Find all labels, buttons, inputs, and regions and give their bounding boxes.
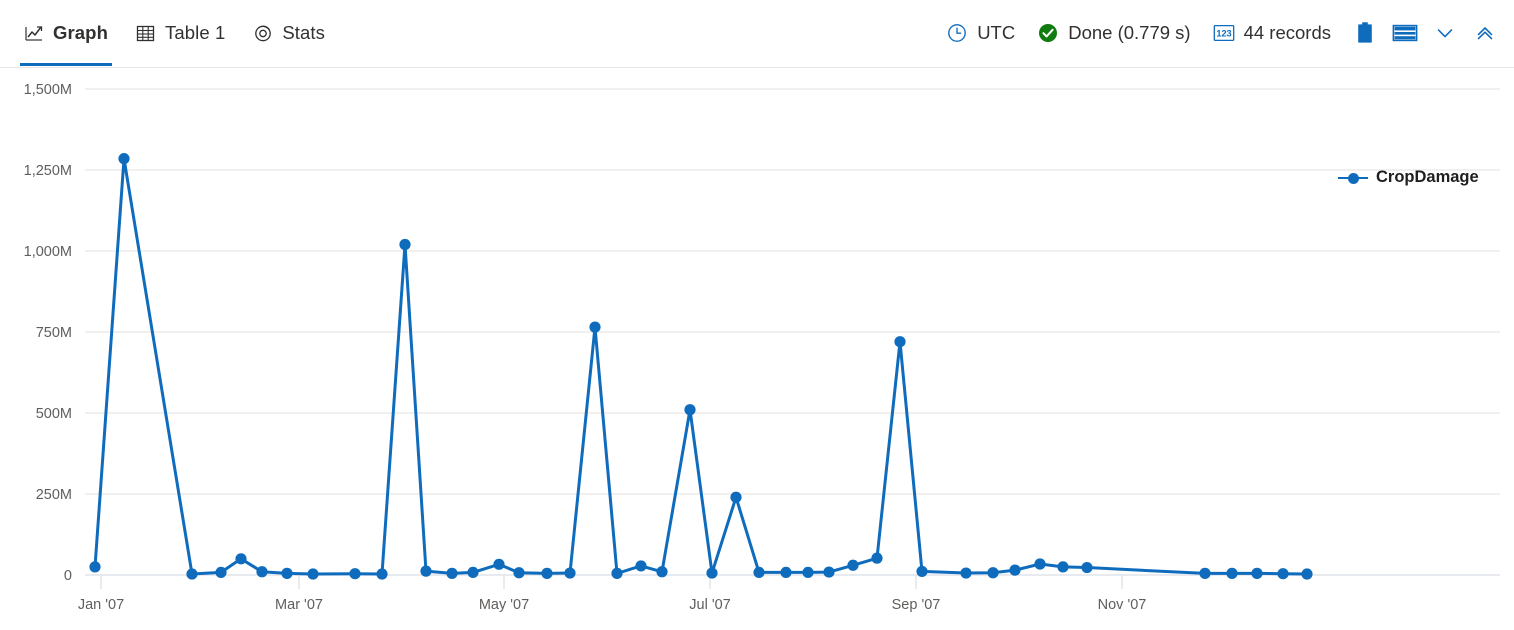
crop-damage-line-chart[interactable]: 0 250M 500M 750M 1,000M 1,250M 1,500M Jan '07 M… <box>0 68 1514 630</box>
tab-stats[interactable]: Stats <box>239 0 339 66</box>
chart-legend[interactable]: CropDamage <box>1338 168 1479 187</box>
timezone-indicator[interactable]: UTC <box>935 13 1026 53</box>
chevron-down-icon[interactable] <box>1428 13 1462 53</box>
query-state-label: Done (0.779 s) <box>1068 22 1191 43</box>
result-status-area: UTC Done (0.779 s) 123 44 records <box>935 0 1514 66</box>
line-chart-icon <box>24 23 44 43</box>
record-count-indicator: 123 44 records <box>1202 13 1342 53</box>
series-points[interactable] <box>89 153 1313 580</box>
svg-text:0: 0 <box>64 568 72 584</box>
svg-text:1,500M: 1,500M <box>24 82 72 98</box>
result-toolbar: Graph Table 1 Stats UTC Done (0.779 s) 1… <box>0 0 1514 68</box>
tab-stats-label: Stats <box>282 22 326 43</box>
record-count-label: 44 records <box>1243 22 1331 43</box>
svg-text:Mar '07: Mar '07 <box>275 597 323 613</box>
y-gridlines <box>85 88 1500 576</box>
svg-text:750M: 750M <box>36 325 72 341</box>
tab-table-1[interactable]: Table 1 <box>122 0 239 66</box>
table-grid-icon <box>136 23 156 43</box>
series-line <box>93 157 1309 576</box>
result-tab-strip: Graph Table 1 Stats <box>0 0 339 66</box>
svg-text:1,000M: 1,000M <box>24 244 72 260</box>
tab-table-1-label: Table 1 <box>164 22 226 43</box>
svg-text:1,250M: 1,250M <box>24 163 72 179</box>
svg-text:Jul '07: Jul '07 <box>689 597 730 613</box>
timezone-label: UTC <box>977 22 1016 43</box>
donut-chart-icon <box>253 23 273 43</box>
svg-text:Jan '07: Jan '07 <box>78 597 124 613</box>
numbers-123-icon: 123 <box>1213 22 1235 44</box>
table-layout-icon[interactable] <box>1388 13 1422 53</box>
x-axis-tick-labels: Jan '07 Mar '07 May '07 Jul '07 Sep '07 Nov '… <box>78 597 1147 613</box>
svg-text:May '07: May '07 <box>479 597 529 613</box>
svg-text:123: 123 <box>1216 29 1231 39</box>
clock-icon <box>946 22 968 44</box>
query-state-indicator: Done (0.779 s) <box>1026 13 1201 53</box>
graph-panel: 0 250M 500M 750M 1,000M 1,250M 1,500M Jan '07 M… <box>0 68 1514 630</box>
tab-graph-label: Graph <box>53 22 108 43</box>
success-check-icon <box>1037 22 1059 44</box>
legend-marker-icon <box>1338 171 1368 185</box>
double-chevron-up-icon[interactable] <box>1468 13 1502 53</box>
svg-text:Nov '07: Nov '07 <box>1098 597 1147 613</box>
tab-graph[interactable]: Graph <box>10 0 122 66</box>
clipboard-copy-icon[interactable] <box>1348 13 1382 53</box>
svg-text:Sep '07: Sep '07 <box>892 597 941 613</box>
svg-text:500M: 500M <box>36 406 72 422</box>
legend-series-label: CropDamage <box>1376 168 1479 186</box>
svg-text:250M: 250M <box>36 487 72 503</box>
y-axis-tick-labels: 0 250M 500M 750M 1,000M 1,250M 1,500M <box>24 82 72 584</box>
